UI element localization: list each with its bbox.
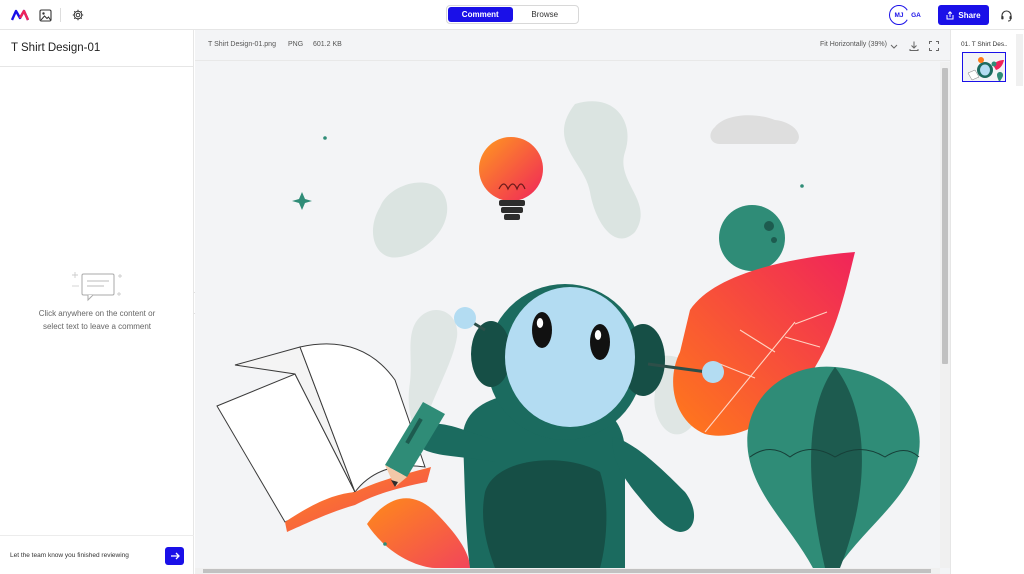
app-logo[interactable]: [11, 8, 29, 22]
pages-scrollbar[interactable]: [1016, 34, 1023, 86]
top-bar: Comment Browse MJ GA Share: [0, 0, 1024, 30]
chevron-down-icon[interactable]: [890, 40, 898, 52]
browse-tab[interactable]: Browse: [513, 7, 578, 22]
viewer-toolbar: T Shirt Design-01.png PNG 601.2 KB Fit H…: [195, 30, 950, 61]
page-thumb-label: 01. T Shirt Des...: [961, 41, 1007, 48]
image-icon[interactable]: [37, 7, 53, 23]
empty-state-line-1: Click anywhere on the content or: [38, 309, 156, 318]
zoom-select[interactable]: Fit Horizontally (39%): [820, 41, 887, 48]
download-icon[interactable]: [908, 40, 920, 52]
horizontal-scroll-thumb[interactable]: [203, 569, 931, 573]
empty-state-line-2: select text to leave a comment: [42, 321, 152, 331]
share-label: Share: [958, 10, 981, 20]
mode-toggle: Comment Browse: [446, 5, 579, 24]
share-button[interactable]: Share: [938, 5, 989, 25]
empty-state-text: Click anywhere on the content or select …: [0, 308, 194, 333]
gear-icon[interactable]: [70, 7, 86, 23]
comments-panel: T Shirt Design-01 Click anywhere on the …: [0, 30, 194, 574]
fullscreen-icon[interactable]: [928, 40, 940, 52]
horizontal-scrollbar[interactable]: [195, 568, 940, 574]
vertical-scrollbar[interactable]: [940, 62, 950, 568]
panel-divider: [0, 66, 194, 67]
arrow-right-icon: [170, 552, 180, 560]
file-type: PNG: [288, 41, 304, 48]
file-title: T Shirt Design-01: [11, 42, 101, 54]
page-thumbnail[interactable]: [962, 52, 1006, 82]
comment-tab[interactable]: Comment: [448, 7, 513, 22]
review-footer: Let the team know you finished reviewing: [0, 535, 194, 574]
toolbar-divider: [60, 8, 61, 22]
headset-icon[interactable]: [998, 7, 1014, 23]
tshirt-design-artwork: [216, 101, 920, 568]
design-canvas[interactable]: [195, 62, 940, 568]
finish-review-button[interactable]: [165, 547, 184, 565]
page-thumbnail-artwork: [967, 57, 1004, 81]
avatar-ga[interactable]: GA: [906, 5, 926, 25]
file-size: 601.2 KB: [313, 41, 342, 48]
file-name: T Shirt Design-01.png: [208, 41, 276, 48]
share-icon: [946, 10, 954, 19]
comment-bubble-icon: [72, 272, 122, 302]
finish-review-text: Let the team know you finished reviewing: [10, 552, 129, 559]
pages-panel: 01. T Shirt Des...: [950, 30, 1024, 574]
vertical-scroll-thumb[interactable]: [942, 68, 948, 364]
image-viewer: T Shirt Design-01.png PNG 601.2 KB Fit H…: [195, 30, 950, 574]
